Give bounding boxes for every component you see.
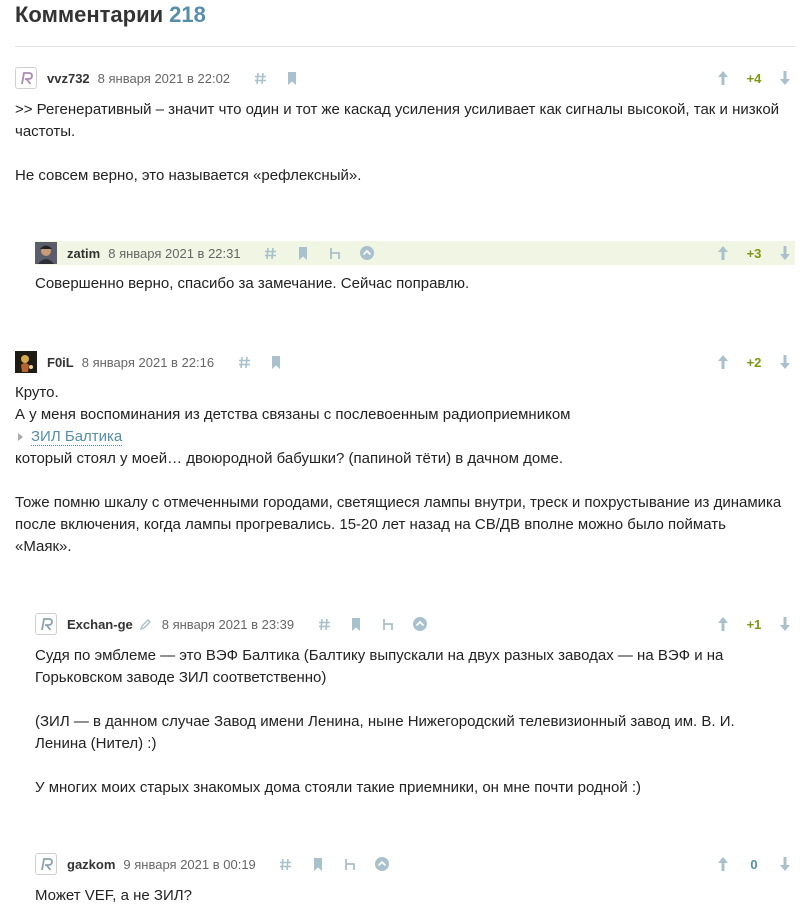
comment-body: Судя по эмблеме — это ВЭФ Балтика (Балти…: [35, 645, 795, 799]
comment-body: Может VEF, а не ЗИЛ?: [35, 885, 795, 907]
avatar[interactable]: [15, 351, 37, 373]
comment-text: Не совсем верно, это называется «рефлекс…: [15, 167, 362, 184]
comment-date[interactable]: 8 января 2021 в 22:02: [98, 71, 230, 86]
triangle-right-icon: [18, 433, 23, 441]
vote-down-icon[interactable]: [775, 241, 795, 265]
comments-header: Комментарии 218: [15, 0, 206, 30]
comment-text: частоты.: [15, 123, 76, 140]
comment-username[interactable]: zatim: [67, 246, 100, 261]
comments-count: 218: [169, 2, 206, 27]
bookmark-icon[interactable]: [260, 352, 292, 372]
pencil-icon: [139, 618, 152, 631]
comment-date[interactable]: 8 января 2021 в 22:16: [82, 355, 214, 370]
parent-comment-icon[interactable]: [319, 243, 351, 263]
comment-text: Горьковском заводе ЗИЛ соответственно): [35, 669, 327, 686]
comment-date[interactable]: 9 января 2021 в 00:19: [123, 857, 255, 872]
comment-meta: gazkom 9 января 2021 в 00:19 0: [35, 852, 795, 876]
comment-body: Круто. А у меня воспоминания из детства …: [15, 382, 795, 558]
hash-link-icon[interactable]: [270, 854, 302, 874]
comment-text: после включения, когда лампы прогревалис…: [15, 516, 726, 533]
comments-title: Комментарии: [15, 2, 164, 27]
comment-text: (ЗИЛ — в данном случае Завод имени Ленин…: [35, 713, 735, 730]
vote-down-icon[interactable]: [775, 66, 795, 90]
hash-link-icon[interactable]: [255, 243, 287, 263]
comment-score: +2: [746, 354, 762, 370]
comment-body: Совершенно верно, спасибо за замечание. …: [35, 273, 795, 295]
parent-comment-icon[interactable]: [334, 854, 366, 874]
comment-text: Круто.: [15, 384, 59, 401]
comment-text: Тоже помню шкалу с отмеченными городами,…: [15, 494, 782, 511]
comment-text: >> Регенеративный – значит что один и то…: [15, 101, 780, 118]
comment-username[interactable]: vvz732: [47, 71, 90, 86]
hash-link-icon[interactable]: [308, 614, 340, 634]
avatar[interactable]: [15, 67, 37, 89]
avatar[interactable]: [35, 613, 57, 635]
comment-username[interactable]: Exchan-ge: [67, 617, 133, 632]
spoiler-label[interactable]: ЗИЛ Балтика: [31, 428, 123, 446]
collapse-up-icon[interactable]: [366, 854, 398, 874]
comment-username[interactable]: gazkom: [67, 857, 115, 872]
vote-down-icon[interactable]: [775, 350, 795, 374]
comment-text: «Маяк».: [15, 538, 72, 555]
avatar[interactable]: [35, 853, 57, 875]
vote-up-icon[interactable]: [713, 241, 733, 265]
comment-meta: vvz732 8 января 2021 в 22:02 +4: [15, 66, 795, 90]
comment-meta: zatim 8 января 2021 в 22:31 +3: [35, 241, 795, 265]
comment-text: Судя по эмблеме — это ВЭФ Балтика (Балти…: [35, 647, 724, 664]
comment-text: А у меня воспоминания из детства связаны…: [15, 406, 571, 423]
vote-down-icon[interactable]: [775, 612, 795, 636]
header-divider: [15, 46, 795, 47]
vote-up-icon[interactable]: [713, 852, 733, 876]
comment-text: Может VEF, а не ЗИЛ?: [35, 887, 192, 904]
bookmark-icon[interactable]: [340, 614, 372, 634]
bookmark-icon[interactable]: [287, 243, 319, 263]
comment-date[interactable]: 8 января 2021 в 23:39: [162, 617, 294, 632]
collapse-up-icon[interactable]: [404, 614, 436, 634]
hash-link-icon[interactable]: [228, 352, 260, 372]
bookmark-icon[interactable]: [302, 854, 334, 874]
avatar[interactable]: [35, 242, 57, 264]
comment-score: +4: [746, 70, 762, 86]
comment-text: Ленина (Нител) :): [35, 735, 157, 752]
vote-up-icon[interactable]: [713, 612, 733, 636]
bookmark-icon[interactable]: [276, 68, 308, 88]
vote-up-icon[interactable]: [713, 350, 733, 374]
comment-score: 0: [750, 856, 758, 872]
comment-body: >> Регенеративный – значит что один и то…: [15, 99, 795, 187]
comment-score: +3: [746, 245, 762, 261]
comment-text: Совершенно верно, спасибо за замечание. …: [35, 275, 470, 292]
hash-link-icon[interactable]: [244, 68, 276, 88]
collapse-up-icon[interactable]: [351, 243, 383, 263]
comment-text: который стоял у моей… двоюродной бабушки…: [15, 450, 564, 467]
comment-score: +1: [746, 616, 762, 632]
spoiler-toggle[interactable]: ЗИЛ Балтика: [15, 428, 123, 446]
comment-date[interactable]: 8 января 2021 в 22:31: [108, 246, 240, 261]
comment-username[interactable]: F0iL: [47, 355, 74, 370]
parent-comment-icon[interactable]: [372, 614, 404, 634]
comment-meta: F0iL 8 января 2021 в 22:16 +2: [15, 350, 795, 374]
vote-up-icon[interactable]: [713, 66, 733, 90]
comment-text: У многих моих старых знакомых дома стоял…: [35, 779, 642, 796]
vote-down-icon[interactable]: [775, 852, 795, 876]
comment-meta: Exchan-ge 8 января 2021 в 23:39 +1: [35, 612, 795, 636]
